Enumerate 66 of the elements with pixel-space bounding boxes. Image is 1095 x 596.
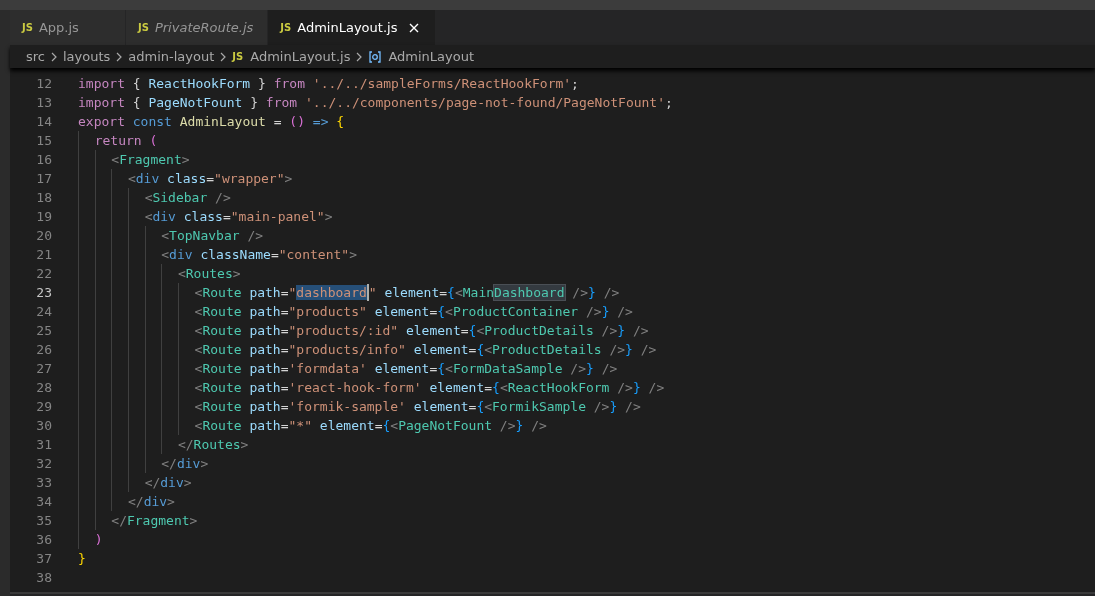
editor-tab[interactable]: JS AdminLayout.js bbox=[268, 10, 437, 45]
code-line: </div> bbox=[78, 492, 175, 511]
line-number: 21 bbox=[35, 247, 52, 262]
line-number: 33 bbox=[35, 475, 52, 490]
code-line: ) bbox=[78, 530, 103, 549]
line-number: 24 bbox=[35, 304, 52, 319]
code-line: <Route path="products" element={<ProductContainer />} /> bbox=[78, 302, 633, 321]
line-number: 14 bbox=[35, 114, 52, 129]
code-line: <Route path="*" element={<PageNotFount />} /> bbox=[78, 416, 547, 435]
line-number: 38 bbox=[35, 570, 52, 585]
line-number: 35 bbox=[35, 513, 52, 528]
line-number: 19 bbox=[35, 209, 52, 224]
symbol-icon bbox=[368, 49, 383, 64]
line-number: 15 bbox=[35, 133, 52, 148]
line-number: 18 bbox=[35, 190, 52, 205]
code-line: <Routes> bbox=[78, 264, 241, 283]
editor-tab[interactable]: JS App.js bbox=[10, 10, 126, 45]
line-number: 20 bbox=[35, 228, 52, 243]
code-line: </div> bbox=[78, 454, 209, 473]
code-line: <Route path="products/:id" element={<ProductDetails />} /> bbox=[78, 321, 649, 340]
code-line: <TopNavbar /> bbox=[78, 226, 264, 245]
code-line: </Routes> bbox=[78, 435, 249, 454]
line-number: 34 bbox=[35, 494, 52, 509]
code-line: <Sidebar /> bbox=[78, 188, 231, 207]
code-line: <Route path="products/info" element={<ProductDetails />} /> bbox=[78, 340, 657, 359]
js-file-icon: JS bbox=[232, 51, 244, 62]
line-number: 32 bbox=[35, 456, 52, 471]
line-number: 31 bbox=[35, 437, 52, 452]
line-number: 37 bbox=[35, 551, 52, 566]
code-line: <Route path='formik-sample' element={<FormikSample />} /> bbox=[78, 397, 641, 416]
code-line: import { ReactHookForm } from '../../sampleForms/ReactHookForm'; bbox=[78, 75, 579, 93]
line-number: 23 bbox=[35, 285, 52, 300]
line-number: 16 bbox=[35, 152, 52, 167]
code-line: <div class="wrapper"> bbox=[78, 169, 293, 188]
line-number: 13 bbox=[35, 95, 52, 110]
line-number: 28 bbox=[35, 380, 52, 395]
line-number: 17 bbox=[35, 171, 52, 186]
editor-tab[interactable]: JS PrivateRoute.js bbox=[126, 10, 269, 45]
code-line: <Route path='react-hook-form' element={<ReactHookForm />} /> bbox=[78, 378, 665, 397]
breadcrumb-item[interactable]: admin-layout bbox=[128, 49, 215, 64]
code-line: import { PageNotFount } from '../../components/page-not-found/PageNotFount'; bbox=[78, 94, 673, 112]
code-line: return ( bbox=[78, 131, 158, 150]
code-line: </Fragment> bbox=[78, 511, 198, 530]
code-line: <div className="content"> bbox=[78, 245, 357, 264]
line-number: 27 bbox=[35, 361, 52, 376]
line-number: 36 bbox=[35, 532, 52, 547]
code-line: <Route path='formdata' element={<FormDataSample />} /> bbox=[78, 359, 618, 378]
line-number: 12 bbox=[35, 76, 52, 91]
code-line: <Fragment> bbox=[78, 150, 190, 169]
code-line: </div> bbox=[78, 473, 192, 492]
js-file-icon: JS bbox=[280, 22, 292, 33]
js-file-icon: JS bbox=[138, 22, 149, 33]
breadcrumb-item[interactable]: AdminLayout.js bbox=[250, 49, 351, 64]
breadcrumb-item[interactable]: layouts bbox=[63, 49, 111, 64]
line-number: 26 bbox=[35, 342, 52, 357]
line-number: 25 bbox=[35, 323, 52, 338]
line-number: 22 bbox=[35, 266, 52, 281]
code-line: <div class="main-panel"> bbox=[78, 207, 333, 226]
code-line: } bbox=[78, 550, 86, 568]
breadcrumb-item[interactable]: src bbox=[26, 49, 45, 64]
code-line: export const AdminLayout = () => { bbox=[78, 113, 345, 131]
code-line: <Route path="dashboard" element={<MainDashboard />} /> bbox=[78, 283, 620, 302]
breadcrumb-item[interactable]: AdminLayout bbox=[388, 49, 475, 64]
js-file-icon: JS bbox=[22, 22, 33, 33]
line-number: 30 bbox=[35, 418, 52, 433]
line-number: 29 bbox=[35, 399, 52, 414]
